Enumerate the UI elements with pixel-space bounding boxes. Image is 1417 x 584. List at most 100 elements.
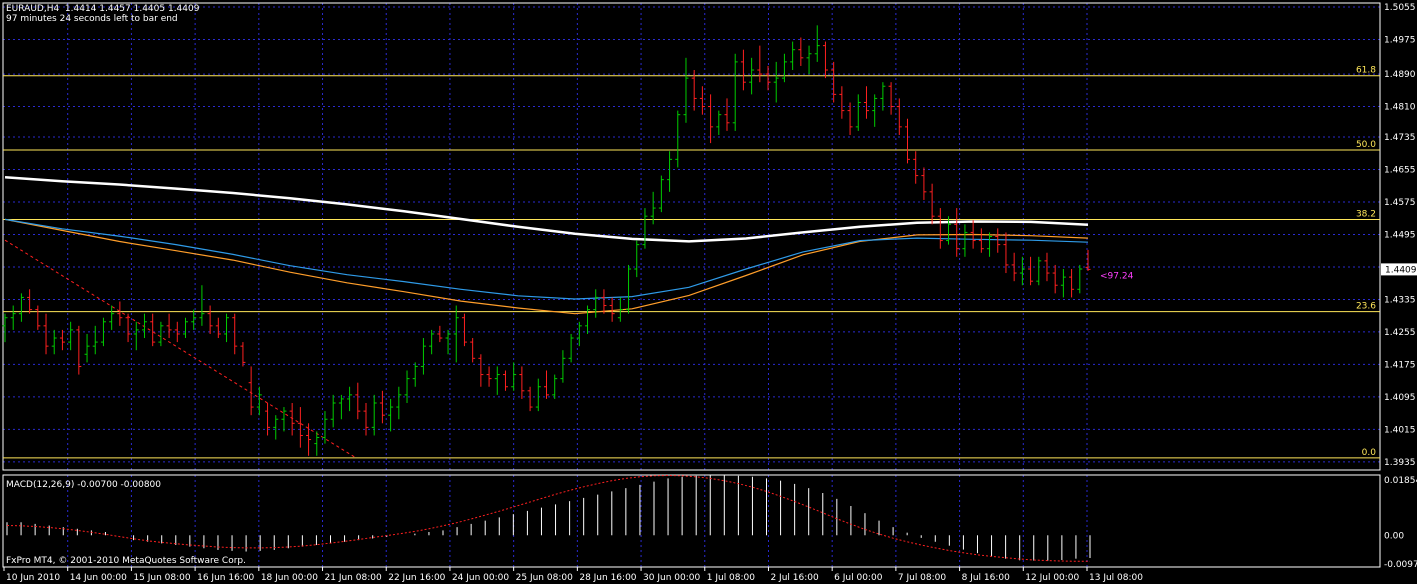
candle xyxy=(486,366,492,387)
candle xyxy=(519,366,525,399)
candle xyxy=(51,329,57,355)
candle xyxy=(18,293,24,322)
candle xyxy=(708,94,714,144)
fib-label: 0.0 xyxy=(1362,448,1377,458)
candle xyxy=(937,208,943,249)
candle xyxy=(224,313,230,343)
candle xyxy=(35,305,41,330)
candle xyxy=(740,49,746,91)
macd-panel-border xyxy=(2,474,1381,568)
x-tick-label: 2 Jul 16:00 xyxy=(770,573,819,583)
candle xyxy=(265,402,271,436)
candle xyxy=(962,224,968,257)
candle xyxy=(822,41,828,79)
candle xyxy=(814,25,820,62)
candle xyxy=(511,362,517,391)
candle xyxy=(585,305,591,334)
ma-orange-line xyxy=(4,218,1089,315)
candle xyxy=(1019,256,1025,286)
x-tick-label: 15 Jun 08:00 xyxy=(133,573,190,583)
x-tick-label: 1 Jul 08:00 xyxy=(707,573,756,583)
candle xyxy=(765,65,771,91)
candle xyxy=(1077,264,1083,294)
candle xyxy=(470,338,476,363)
candle xyxy=(330,394,336,428)
candle xyxy=(478,354,484,387)
candle xyxy=(92,325,98,355)
x-tick-label: 10 Jun 2010 xyxy=(6,573,60,583)
y-tick-label: 1.4095 xyxy=(1384,393,1416,403)
y-tick-label: 1.5055 xyxy=(1384,3,1416,13)
candle xyxy=(527,386,533,412)
candle xyxy=(831,61,837,103)
y-tick-label: 1.4495 xyxy=(1384,230,1416,240)
candle xyxy=(1028,256,1034,286)
x-tick-label: 12 Jul 00:00 xyxy=(1025,573,1079,583)
candle xyxy=(363,402,369,436)
candle xyxy=(724,98,730,131)
candle xyxy=(199,285,205,326)
fib-label: 38.2 xyxy=(1356,209,1376,219)
y-tick-label: 1.4655 xyxy=(1384,165,1416,175)
candle xyxy=(716,110,722,135)
candle xyxy=(1036,256,1042,286)
y-tick-label: 1.3935 xyxy=(1384,458,1416,468)
macd-tick-label: -0.00976 xyxy=(1384,560,1417,570)
y-tick-label: 1.4575 xyxy=(1384,198,1416,208)
candle xyxy=(133,321,139,351)
macd-label: MACD(12,26,9) -0.00700 -0.00800 xyxy=(6,480,161,490)
candle xyxy=(59,329,65,351)
candle xyxy=(68,321,74,351)
candle xyxy=(781,53,787,83)
y-tick-label: 1.4735 xyxy=(1384,133,1416,143)
candle xyxy=(683,57,689,123)
candle xyxy=(453,305,459,363)
candle xyxy=(913,151,919,184)
candle xyxy=(150,313,156,347)
price-chart[interactable]: 61.8 50.0 38.2 23.6 0.0 1.5055 1.4975 1.4890 1.… xyxy=(0,0,1417,584)
candle xyxy=(388,398,394,432)
candle xyxy=(609,297,615,322)
candle xyxy=(281,407,287,432)
candle xyxy=(461,313,467,347)
candle xyxy=(314,431,320,456)
trendline xyxy=(4,239,357,459)
candle xyxy=(987,232,993,257)
y-tick-label: 1.4890 xyxy=(1384,70,1416,80)
copyright-text: FxPro MT4, © 2001-2010 MetaQuotes Softwa… xyxy=(6,556,246,566)
candle xyxy=(568,333,574,363)
chart-grid xyxy=(3,3,1380,567)
candle xyxy=(658,175,664,213)
candle xyxy=(27,289,33,314)
candle xyxy=(215,317,221,339)
candle xyxy=(43,313,49,355)
y-tick-label: 1.4975 xyxy=(1384,36,1416,46)
candle xyxy=(634,240,640,278)
main-panel-border xyxy=(2,2,1381,471)
candle xyxy=(699,86,705,115)
x-tick-label: 18 Jun 00:00 xyxy=(261,573,318,583)
candle xyxy=(494,366,500,395)
candle xyxy=(642,208,648,249)
macd-signal-line xyxy=(6,474,1090,562)
candle xyxy=(954,208,960,257)
candle xyxy=(978,228,984,253)
candle xyxy=(872,94,878,127)
candle xyxy=(995,228,1001,253)
candle xyxy=(248,366,254,416)
y-tick-label: 1.4015 xyxy=(1384,425,1416,435)
x-tick-label: 21 Jun 08:00 xyxy=(325,573,382,583)
candle xyxy=(125,313,131,343)
x-tick-label: 25 Jun 08:00 xyxy=(516,573,573,583)
x-tick-label: 22 Jun 16:00 xyxy=(388,573,445,583)
y-tick-label: 1.4335 xyxy=(1384,295,1416,305)
candle xyxy=(921,167,927,200)
candle xyxy=(757,45,763,83)
candle xyxy=(839,86,845,119)
candle xyxy=(593,289,599,318)
candle xyxy=(732,53,738,131)
candle xyxy=(502,370,508,391)
candle xyxy=(355,382,361,420)
x-tick-label: 7 Jul 08:00 xyxy=(898,573,947,583)
fib-label: 23.6 xyxy=(1356,302,1376,312)
